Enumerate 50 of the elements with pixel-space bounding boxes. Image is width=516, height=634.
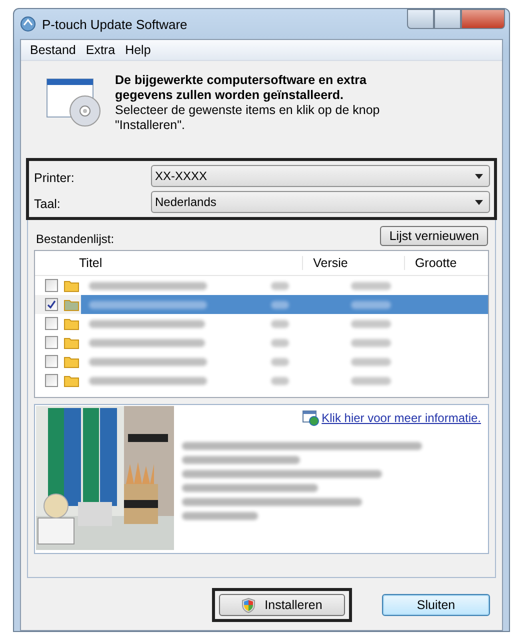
- menu-item[interactable]: Bestand: [25, 41, 81, 59]
- blurred-text: [351, 320, 391, 328]
- header-text: Selecteer de gewenste items en klik op de knop "Installeren".: [115, 103, 381, 133]
- column-header[interactable]: Titel: [79, 256, 302, 270]
- list-label: Bestandenlijst:: [36, 232, 114, 246]
- dropdown[interactable]: Nederlands: [151, 191, 490, 213]
- menu-item[interactable]: Extra: [80, 41, 120, 59]
- checkbox[interactable]: [45, 336, 58, 349]
- dropdown[interactable]: XX-XXXX: [151, 165, 490, 187]
- blurred-text: [351, 376, 391, 384]
- blurred-text: [271, 282, 289, 290]
- blurred-text: [351, 338, 391, 346]
- blurred-text: [271, 376, 289, 384]
- refresh-button[interactable]: Lijst vernieuwen: [380, 226, 488, 246]
- checkbox[interactable]: [45, 279, 58, 292]
- folder-icon: [64, 336, 79, 348]
- blurred-text: [351, 358, 391, 366]
- minimize-button[interactable]: [407, 9, 434, 29]
- close-button[interactable]: [461, 9, 505, 29]
- blurred-text: [351, 282, 391, 290]
- folder-icon: [64, 298, 79, 310]
- checkbox[interactable]: [45, 374, 58, 387]
- window-title: P-touch Update Software: [42, 16, 188, 32]
- blurred-text: [271, 338, 289, 346]
- close-button[interactable]: Sluiten: [382, 594, 490, 616]
- shield-icon: [242, 598, 255, 612]
- caret-icon: [475, 200, 483, 204]
- folder-icon: [64, 356, 79, 368]
- menu-item[interactable]: Help: [120, 41, 156, 59]
- blurred-text: [271, 358, 289, 366]
- app-icon: [20, 16, 36, 32]
- folder-icon: [64, 280, 79, 292]
- install-button[interactable]: Installeren: [219, 594, 345, 616]
- blurred-text: [351, 300, 391, 308]
- column-header[interactable]: Versie: [302, 256, 404, 270]
- folder-icon: [64, 318, 79, 330]
- info-link[interactable]: Klik hier voor meer informatie.: [302, 410, 481, 426]
- field-label: Printer:: [34, 170, 76, 185]
- web-page-icon: [302, 410, 320, 426]
- caret-icon: [475, 174, 483, 178]
- column-header[interactable]: Grootte: [404, 256, 488, 270]
- blurred-text: [271, 300, 289, 308]
- header-heading: De bijgewerkte computersoftware en extra gegevens zullen worden geïnstalleerd.: [115, 73, 368, 103]
- checkbox[interactable]: [45, 317, 58, 330]
- field-label: Taal:: [34, 196, 62, 211]
- folder-icon: [64, 374, 79, 386]
- maximize-button[interactable]: [434, 9, 461, 29]
- checkbox[interactable]: [45, 298, 58, 311]
- checkbox[interactable]: [45, 355, 58, 368]
- blurred-text: [271, 320, 289, 328]
